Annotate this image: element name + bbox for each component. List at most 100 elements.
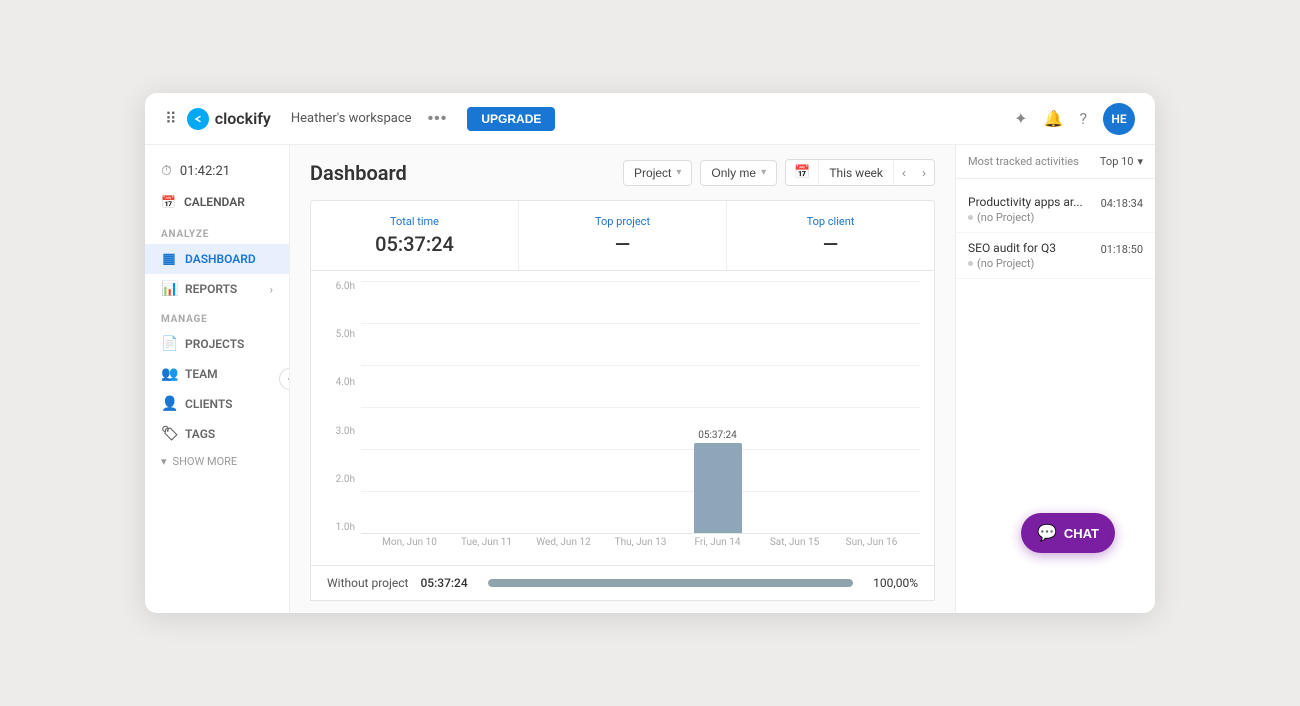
chart-bar-group: 05:37:24 xyxy=(694,281,742,533)
without-project-label: Without project xyxy=(327,576,408,590)
x-day-label: Thu, Jun 13 xyxy=(602,537,679,548)
clients-label: CLIENTS xyxy=(185,397,232,411)
date-filter: 📅 This week ‹ › xyxy=(785,159,935,186)
project-filter-button[interactable]: Project ▾ xyxy=(623,160,692,186)
x-label: Tue, Jun 11 xyxy=(448,537,525,548)
help-icon[interactable]: ? xyxy=(1079,109,1087,128)
x-label: Sat, Jun 15 xyxy=(756,537,833,548)
activity-dot xyxy=(968,215,973,220)
sidebar-item-calendar[interactable]: 📅 CALENDAR xyxy=(145,189,289,215)
top-selector[interactable]: Top 10 ▾ xyxy=(1100,155,1143,168)
avatar[interactable]: HE xyxy=(1103,103,1135,135)
x-day-label: Sat, Jun 15 xyxy=(756,537,833,548)
activity-item: Productivity apps ar... 04:18:34 (no Proje… xyxy=(956,187,1155,233)
content-header: Dashboard Project ▾ Only me ▾ 📅 This wee… xyxy=(290,145,955,200)
activity-time: 01:18:50 xyxy=(1101,243,1143,256)
bell-icon[interactable]: 🔔 xyxy=(1044,109,1064,128)
top-client-value: — xyxy=(743,232,918,256)
top-client-label: Top client xyxy=(743,215,918,228)
magic-icon[interactable]: ✦ xyxy=(1014,109,1027,128)
x-label: Thu, Jun 13 xyxy=(602,537,679,548)
reports-icon: 📊 xyxy=(161,281,177,297)
activity-sub-label: (no Project) xyxy=(977,257,1034,270)
sidebar-item-team[interactable]: 👥 TEAM xyxy=(145,359,289,389)
chevron-down-icon: ▾ xyxy=(676,167,681,178)
grid-icon[interactable]: ⠿ xyxy=(165,109,177,128)
activity-sub-label: (no Project) xyxy=(977,211,1034,224)
upgrade-button[interactable]: UPGRADE xyxy=(467,107,555,131)
prev-week-button[interactable]: ‹ xyxy=(894,161,914,185)
sidebar-item-reports[interactable]: 📊 REPORTS › xyxy=(145,274,289,304)
chart-bar-group xyxy=(386,281,434,533)
bar-time-label: 05:37:24 xyxy=(698,430,737,441)
clients-icon: 👤 xyxy=(161,396,177,412)
workspace-name: Heather's workspace xyxy=(291,111,412,126)
chart-bar-group xyxy=(848,281,896,533)
calendar-icon: 📅 xyxy=(786,160,819,185)
date-filter-label[interactable]: This week xyxy=(819,161,894,185)
chart-bars-container: 05:37:24 xyxy=(361,281,920,533)
logo-icon xyxy=(187,108,209,130)
x-day-label: Sun, Jun 16 xyxy=(833,537,910,548)
reports-label: REPORTS xyxy=(185,282,237,296)
chevron-right-icon: › xyxy=(270,283,273,296)
project-bar-fill xyxy=(488,579,853,587)
tags-icon: 🏷 xyxy=(161,426,177,442)
project-bar xyxy=(488,579,853,587)
activity-time: 04:18:34 xyxy=(1101,197,1143,210)
chevron-down-icon: ▾ xyxy=(761,167,766,178)
x-label: Fri, Jun 14 xyxy=(679,537,756,548)
team-label: TEAM xyxy=(185,367,218,381)
activity-title: Productivity apps ar... xyxy=(968,195,1083,209)
bottom-row: Without project 05:37:24 100,00% xyxy=(310,566,935,601)
y-label-6: 6.0h xyxy=(336,281,355,292)
next-week-button[interactable]: › xyxy=(914,161,934,185)
activity-title: SEO audit for Q3 xyxy=(968,241,1056,255)
project-filter-label: Project xyxy=(634,166,671,180)
projects-icon: 📄 xyxy=(161,336,177,352)
team-icon: 👥 xyxy=(161,366,177,382)
calendar-icon: 📅 xyxy=(161,195,176,209)
chart-inner: 6.0h 5.0h 4.0h 3.0h 2.0h 1.0h xyxy=(311,271,934,565)
x-day-label: Fri, Jun 14 xyxy=(679,537,756,548)
y-label-4: 4.0h xyxy=(336,377,355,388)
show-more-button[interactable]: ▾ SHOW MORE xyxy=(145,449,289,474)
projects-label: PROJECTS xyxy=(185,337,244,351)
logo-text: clockify xyxy=(215,109,271,128)
top-project-label: Top project xyxy=(535,215,710,228)
top-project-stat: Top project — xyxy=(519,201,727,270)
sidebar-item-clients[interactable]: 👤 CLIENTS xyxy=(145,389,289,419)
content-area: Dashboard Project ▾ Only me ▾ 📅 This wee… xyxy=(290,145,955,613)
sidebar-item-projects[interactable]: 📄 PROJECTS xyxy=(145,329,289,359)
show-more-label: SHOW MORE xyxy=(173,455,238,468)
sidebar-timer[interactable]: ⏱ 01:42:21 xyxy=(145,157,289,185)
top-client-stat: Top client — xyxy=(727,201,934,270)
more-button[interactable]: ••• xyxy=(428,110,448,128)
tags-label: TAGS xyxy=(185,427,215,441)
y-label-2: 2.0h xyxy=(336,474,355,485)
total-time-value: 05:37:24 xyxy=(327,232,502,256)
y-label-1: 1.0h xyxy=(336,522,355,533)
onlyme-filter-button[interactable]: Only me ▾ xyxy=(700,160,777,186)
onlyme-filter-label: Only me xyxy=(711,166,756,180)
dashboard-label: DASHBOARD xyxy=(185,252,256,266)
y-label-5: 5.0h xyxy=(336,329,355,340)
chart-section: 6.0h 5.0h 4.0h 3.0h 2.0h 1.0h xyxy=(310,271,935,566)
chart-bar xyxy=(694,443,742,533)
chart-bar-group xyxy=(771,281,819,533)
analyze-section: ANALYZE xyxy=(145,219,289,244)
app-header: ⠿ clockify Heather's workspace ••• UPGRA… xyxy=(145,93,1155,145)
main-body: ⏱ 01:42:21 📅 CALENDAR ANALYZE ▦ DASHBOAR… xyxy=(145,145,1155,613)
chevron-down-icon: ▾ xyxy=(161,455,167,468)
sidebar-item-dashboard[interactable]: ▦ DASHBOARD xyxy=(145,244,289,274)
logo: clockify xyxy=(187,108,271,130)
sidebar: ⏱ 01:42:21 📅 CALENDAR ANALYZE ▦ DASHBOAR… xyxy=(145,145,290,613)
chat-icon: 💬 xyxy=(1037,523,1057,543)
page-title: Dashboard xyxy=(310,161,407,185)
without-project-pct: 100,00% xyxy=(873,576,918,590)
y-axis: 6.0h 5.0h 4.0h 3.0h 2.0h 1.0h xyxy=(325,281,361,555)
chat-label: CHAT xyxy=(1064,526,1099,541)
sidebar-item-tags[interactable]: 🏷 TAGS xyxy=(145,419,289,449)
total-time-stat: Total time 05:37:24 xyxy=(311,201,519,270)
chat-button[interactable]: 💬 CHAT xyxy=(1021,513,1115,553)
